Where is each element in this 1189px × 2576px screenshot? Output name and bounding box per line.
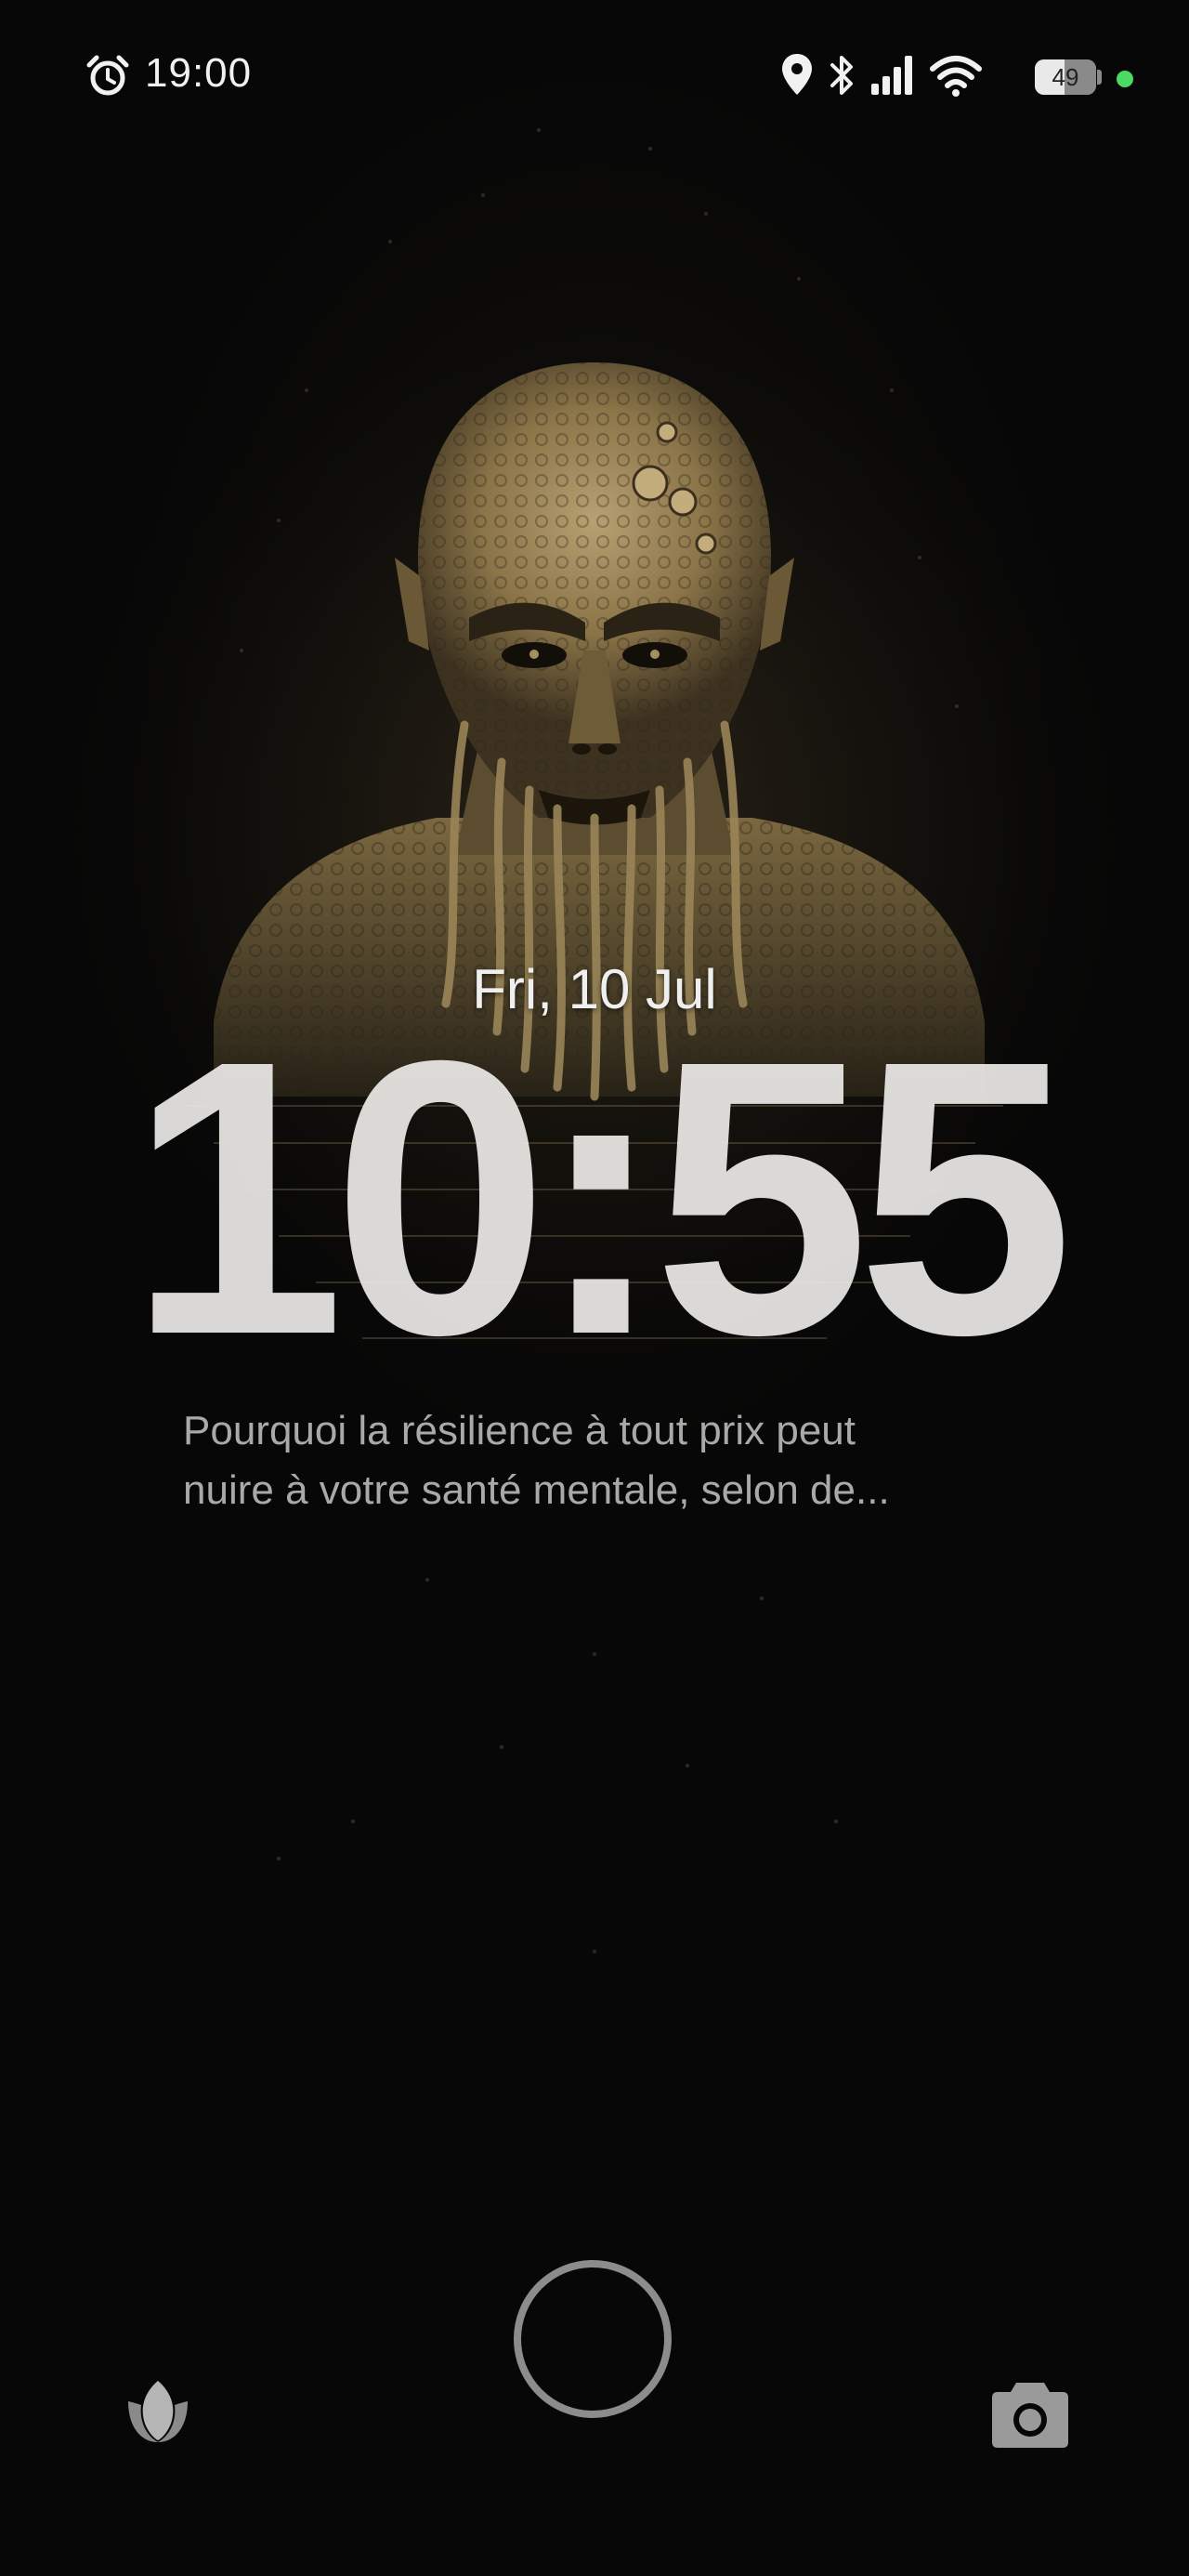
signal-icon <box>871 56 912 95</box>
privacy-indicator-dot <box>1117 71 1133 87</box>
battery-percent: 49 <box>1052 63 1079 91</box>
alarm-icon <box>86 55 129 96</box>
lock-clock[interactable]: 10:55 <box>0 1004 1189 1394</box>
bluetooth-icon <box>830 56 853 95</box>
camera-icon[interactable] <box>990 2379 1070 2450</box>
battery-icon: 49 <box>1035 59 1096 95</box>
lock-screen: 19:00 49 Fri, 10 Jul 10:55 Pourquoi la r… <box>0 0 1189 2576</box>
notification-line-2: nuire à votre santé mentale, selon de... <box>183 1467 890 1513</box>
notification-line-1: Pourquoi la résilience à tout prix peut <box>183 1408 856 1453</box>
status-bar: 19:00 49 <box>0 0 1189 158</box>
flower-icon[interactable] <box>121 2375 195 2450</box>
status-icons: 49 <box>780 52 1189 104</box>
location-icon <box>782 54 812 95</box>
lock-notification[interactable]: Pourquoi la résilience à tout prix peut … <box>183 1401 1038 1520</box>
unlock-ring[interactable] <box>514 2260 672 2418</box>
wifi-icon <box>930 56 982 97</box>
battery-cap <box>1097 70 1102 85</box>
status-time: 19:00 <box>145 50 253 96</box>
